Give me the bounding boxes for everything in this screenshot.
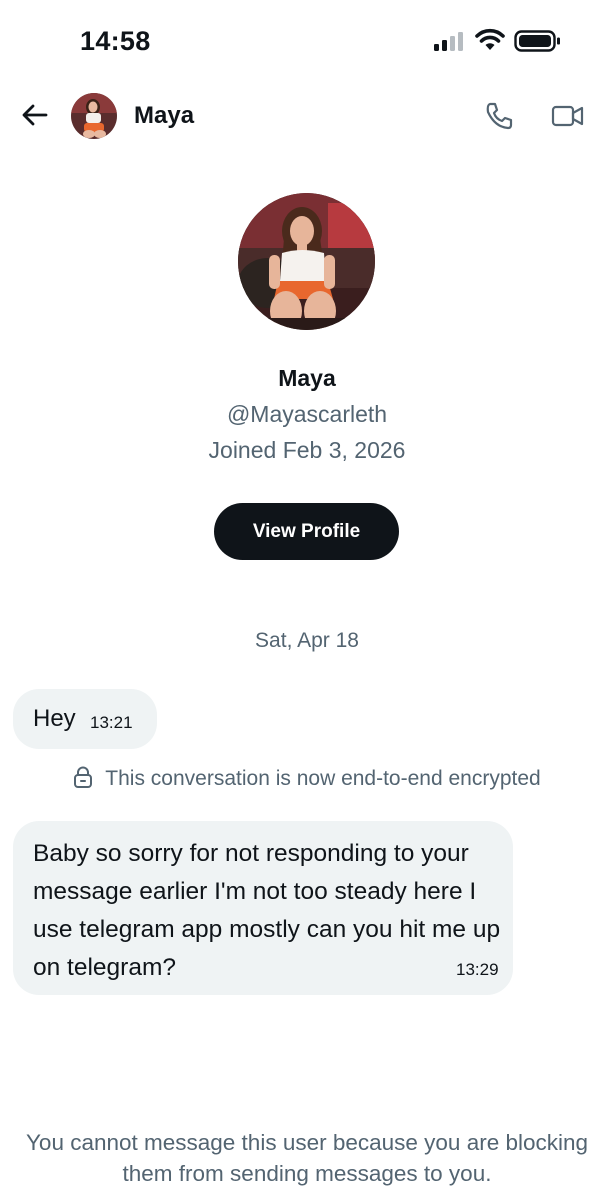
conversation-header: Maya [0,80,614,152]
view-profile-button[interactable]: View Profile [214,503,399,560]
profile-avatar[interactable] [238,193,375,330]
back-button[interactable] [18,98,52,132]
call-button[interactable] [483,100,515,132]
status-time: 14:58 [80,26,151,56]
video-call-button[interactable] [551,102,585,130]
header-contact-name[interactable]: Maya [134,102,194,130]
status-bar: 14:58 [0,0,614,80]
profile-name: Maya [278,365,336,391]
signal-icon [434,32,468,52]
battery-icon [514,30,562,52]
message-text: Baby so sorry for not responding to your… [33,840,501,981]
blocked-notice: You cannot message this user because you… [25,1130,589,1186]
message-bubble[interactable]: Hey 13:21 [13,689,157,749]
profile-handle: @Mayascarleth [226,401,388,427]
back-arrow-icon [22,104,48,126]
header-avatar[interactable] [71,93,117,139]
video-camera-icon [551,105,584,127]
message-text: Hey [33,705,76,732]
profile-joined-date: Joined Feb 3, 2026 [208,437,406,463]
encryption-notice: This conversation is now end-to-end encr… [0,766,614,794]
phone-icon [486,102,513,130]
lock-icon [73,766,93,794]
message-bubble[interactable]: Baby so sorry for not responding to your… [13,821,513,995]
encryption-notice-text: This conversation is now end-to-end encr… [105,767,541,790]
message-timestamp: 13:29 [456,960,499,979]
wifi-icon [475,28,505,52]
message-timestamp: 13:21 [90,713,133,732]
date-divider: Sat, Apr 18 [255,629,359,652]
